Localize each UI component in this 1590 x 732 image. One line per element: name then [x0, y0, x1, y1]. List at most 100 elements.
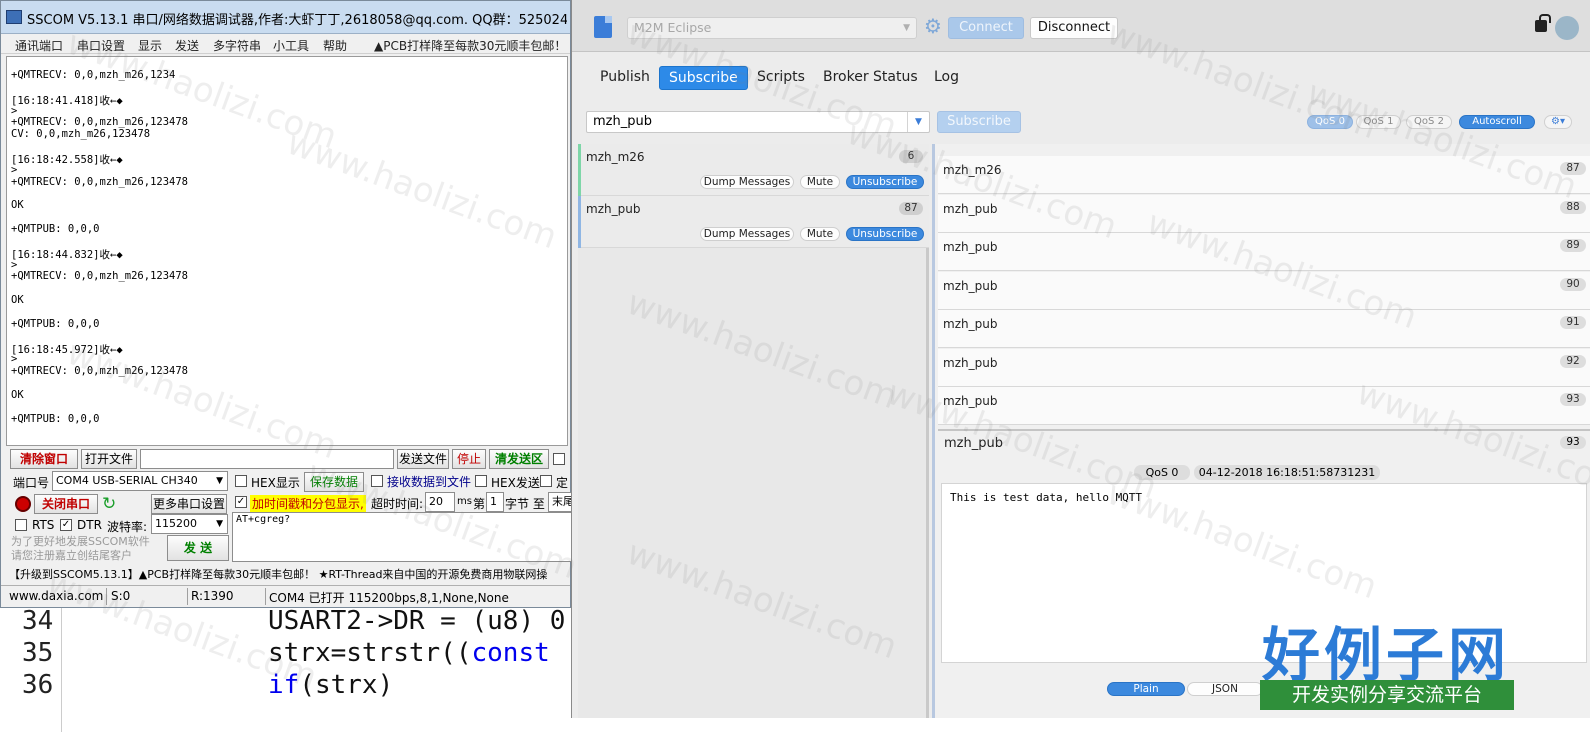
hex-display-label: HEX显示 [251, 476, 300, 490]
sscom-window: SSCOM V5.13.1 串口/网络数据调试器,作者:大虾丁丁,2618058… [0, 0, 572, 608]
port-select[interactable]: COM4 USB-SERIAL CH340 ▼ [52, 471, 228, 491]
message-row[interactable]: mzh_pub 92 [938, 349, 1590, 387]
mqtt-client-window: M2M Eclipse ▼ ⚙ Connect Disconnect Publis… [571, 0, 1590, 718]
format-plain-toggle[interactable]: Plain [1107, 682, 1185, 696]
format-json-toggle[interactable]: JSON [1187, 682, 1263, 696]
send-text-area[interactable]: AT+cgreg? [232, 512, 572, 562]
qos1-toggle[interactable]: QoS 1 [1356, 115, 1401, 129]
autoscroll-toggle[interactable]: Autoscroll [1459, 115, 1535, 129]
tab-publish[interactable]: Publish [591, 66, 659, 90]
promo-ticker[interactable]: 【升级到SSCOM5.13.1】▲PCB打样降至每款30元顺丰包邮！ ★RT-T… [9, 566, 569, 582]
tab-subscribe[interactable]: Subscribe [659, 66, 748, 90]
subscription-item[interactable]: mzh_pub 87 Dump Messages Mute Unsubscrib… [578, 196, 929, 248]
message-number: 87 [1560, 162, 1586, 175]
recv-to-file-checkbox[interactable] [371, 475, 383, 487]
timestamp-checkbox[interactable]: ✓ [235, 496, 247, 508]
send-file-button[interactable]: 发送文件 [397, 449, 449, 469]
messages-pane: mzh_m26 87 mzh_pub 88 mzh_pub 89 mzh_pub 90 … [932, 144, 1590, 718]
status-site-link[interactable]: www.daxia.com [9, 589, 103, 603]
receive-line: CV: 0,0,mzh_m26,123478 [11, 128, 151, 141]
message-number: 88 [1560, 201, 1586, 214]
baud-select[interactable]: 115200 ▼ [151, 514, 228, 534]
gear-icon[interactable]: ⚙ [922, 15, 944, 37]
menu-help[interactable]: 帮助 [323, 37, 347, 54]
clear-window-button[interactable]: 清除窗口 [10, 449, 78, 469]
receive-line: [16:18:42.558]收←◆ [11, 153, 123, 166]
dump-messages-button[interactable]: Dump Messages [700, 175, 794, 189]
tab-scripts[interactable]: Scripts [748, 66, 814, 90]
receive-line: OK [11, 199, 24, 212]
byte-end-input[interactable]: 末尾 [548, 492, 572, 512]
open-file-button[interactable]: 打开文件 [81, 449, 137, 469]
receive-line: +QMTRECV: 0,0,mzh_m26,1234 [11, 69, 176, 81]
message-topic: mzh_pub [943, 317, 998, 331]
tab-log[interactable]: Log [925, 66, 968, 90]
payload-text[interactable]: This is test data, hello MQTT [941, 483, 1587, 663]
receive-line: > [11, 258, 18, 271]
disconnect-button[interactable]: Disconnect [1030, 17, 1118, 39]
settings-gear-icon[interactable]: ⚙▾ [1544, 115, 1572, 129]
message-row[interactable]: mzh_pub 88 [938, 195, 1590, 233]
subscription-color [578, 196, 581, 248]
mute-button[interactable]: Mute [800, 227, 840, 241]
line-number: 34 [22, 606, 54, 636]
message-row[interactable]: mzh_pub 93 [938, 387, 1590, 425]
hex-display-checkbox[interactable] [235, 475, 247, 487]
timed-send-label: 定 [556, 476, 569, 490]
timed-send-checkbox[interactable] [540, 475, 552, 487]
receive-area[interactable]: +QMTRECV: 0,0,mzh_m26,1234 [16:18:41.418]… [6, 56, 568, 446]
save-data-button[interactable]: 保存数据 [304, 472, 364, 492]
connection-select[interactable]: M2M Eclipse ▼ [627, 17, 917, 39]
menu-display[interactable]: 显示 [138, 37, 162, 54]
subscription-item[interactable]: mzh_m26 6 Dump Messages Mute Unsubscribe [578, 144, 929, 196]
lock-icon[interactable] [1535, 14, 1551, 32]
subscription-count: 6 [899, 150, 923, 163]
message-number: 93 [1560, 393, 1586, 406]
message-number: 90 [1560, 278, 1586, 291]
message-row[interactable]: mzh_pub 90 [938, 272, 1590, 310]
detail-topic: mzh_pub [944, 436, 1003, 451]
close-port-button[interactable]: 关闭串口 [34, 494, 98, 514]
tab-broker-status[interactable]: Broker Status [814, 66, 927, 90]
mute-button[interactable]: Mute [800, 175, 840, 189]
menu-tools[interactable]: 小工具 [273, 37, 309, 54]
hex-send-checkbox[interactable] [475, 475, 487, 487]
menu-promo[interactable]: ▲PCB打样降至每款30元顺丰包邮！ [374, 37, 566, 54]
status-circle-icon[interactable] [1555, 16, 1579, 40]
more-port-settings-button[interactable]: 更多串口设置 [151, 494, 227, 514]
file-path-input[interactable] [140, 449, 394, 469]
clear-send-button[interactable]: 清发送区 [489, 449, 549, 469]
menu-multi-string[interactable]: 多字符串 [213, 37, 261, 54]
qos0-toggle[interactable]: QoS 0 [1307, 115, 1353, 129]
extra-checkbox[interactable] [553, 453, 565, 465]
qos2-toggle[interactable]: QoS 2 [1406, 115, 1452, 129]
send-button[interactable]: 发 送 [167, 535, 229, 561]
unsubscribe-button[interactable]: Unsubscribe [846, 227, 924, 241]
dump-messages-button[interactable]: Dump Messages [700, 227, 794, 241]
connect-button[interactable]: Connect [948, 17, 1024, 39]
unsubscribe-button[interactable]: Unsubscribe [846, 175, 924, 189]
chevron-down-icon[interactable]: ▼ [907, 112, 929, 132]
menu-port-settings[interactable]: 串口设置 [77, 37, 125, 54]
subscribe-button[interactable]: Subscribe [937, 111, 1021, 133]
subscribe-topic-input[interactable]: mzh_pub ▼ [586, 111, 930, 133]
message-row[interactable]: mzh_pub 91 [938, 310, 1590, 348]
sscom-titlebar[interactable]: SSCOM V5.13.1 串口/网络数据调试器,作者:大虾丁丁,2618058… [1, 1, 570, 34]
stop-button[interactable]: 停止 [452, 449, 486, 469]
dtr-checkbox[interactable]: ✓ [60, 519, 72, 531]
receive-line: [16:18:41.418]收←◆ [11, 94, 123, 107]
chevron-down-icon: ▼ [903, 23, 910, 33]
message-detail: mzh_pub 93 QoS 0 04-12-2018 16:18:51:587… [938, 429, 1590, 718]
message-topic: mzh_pub [943, 240, 998, 254]
menu-send[interactable]: 发送 [175, 37, 199, 54]
status-received-count: R:1390 [191, 589, 234, 603]
menu-comm-port[interactable]: 通讯端口 [15, 37, 63, 54]
subscriptions-pane: mzh_m26 6 Dump Messages Mute Unsubscribe… [578, 144, 929, 718]
timeout-input[interactable]: 20 [425, 492, 455, 512]
byte-from-input[interactable]: 1 [486, 492, 504, 512]
refresh-icon[interactable]: ↻ [102, 494, 120, 514]
message-row[interactable]: mzh_pub 89 [938, 233, 1590, 271]
message-row[interactable]: mzh_m26 87 [938, 156, 1590, 194]
new-connection-icon[interactable] [594, 16, 612, 38]
rts-checkbox[interactable] [15, 519, 27, 531]
